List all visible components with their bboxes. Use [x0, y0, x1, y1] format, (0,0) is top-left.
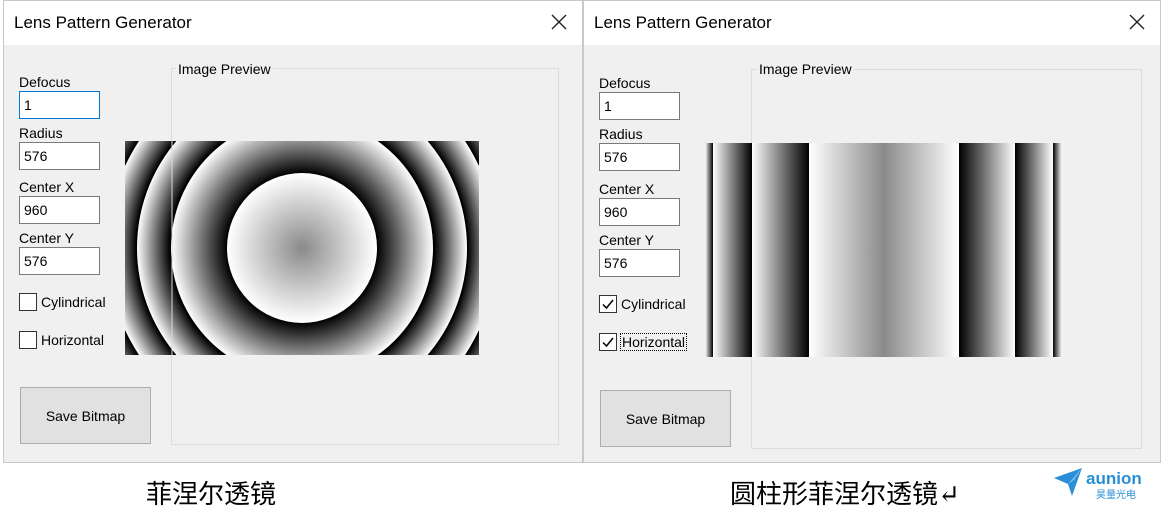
cylindrical-checkbox[interactable]	[599, 295, 617, 313]
cylindrical-fresnel-preview	[705, 143, 1062, 357]
radius-label: Radius	[599, 126, 643, 142]
center-x-field[interactable]	[599, 198, 680, 226]
cylindrical-label[interactable]: Cylindrical	[41, 294, 106, 310]
aunion-logo: aunion 昊量光电	[1052, 466, 1152, 504]
image-preview-title: Image Preview	[176, 61, 273, 77]
right-titlebar: Lens Pattern Generator	[584, 1, 1160, 45]
right-window: Lens Pattern Generator Defocus Radius Ce…	[583, 0, 1161, 463]
window-title: Lens Pattern Generator	[594, 13, 772, 32]
radius-field[interactable]	[19, 142, 100, 170]
defocus-field[interactable]	[599, 92, 680, 120]
center-y-label: Center Y	[19, 230, 74, 246]
horizontal-checkbox[interactable]	[19, 331, 37, 349]
defocus-field[interactable]	[19, 91, 100, 119]
radius-field[interactable]	[599, 143, 680, 171]
aunion-logo-mark: aunion 昊量光电	[1054, 468, 1142, 501]
close-icon[interactable]	[548, 11, 570, 33]
fresnel-lens-preview	[125, 141, 479, 355]
left-titlebar: Lens Pattern Generator	[4, 1, 582, 45]
close-icon[interactable]	[1126, 11, 1148, 33]
center-y-field[interactable]	[19, 247, 100, 275]
checkmark-icon	[602, 299, 614, 310]
svg-text:昊量光电: 昊量光电	[1096, 488, 1136, 501]
caption-fresnel-lens: 菲涅尔透镜	[146, 480, 277, 510]
horizontal-checkbox[interactable]	[599, 333, 617, 351]
horizontal-label[interactable]: Horizontal	[41, 332, 104, 348]
defocus-label: Defocus	[19, 74, 71, 90]
center-x-label: Center X	[19, 179, 75, 195]
caption-cylindrical-fresnel-lens: 圆柱形菲涅尔透镜↵	[730, 480, 960, 510]
horizontal-label[interactable]: Horizontal	[620, 333, 688, 351]
defocus-label: Defocus	[599, 75, 651, 91]
save-bitmap-button[interactable]: Save Bitmap	[600, 390, 731, 447]
center-y-field[interactable]	[599, 249, 680, 277]
window-title: Lens Pattern Generator	[14, 13, 192, 32]
center-x-label: Center X	[599, 181, 655, 197]
radius-label: Radius	[19, 125, 63, 141]
center-y-label: Center Y	[599, 232, 654, 248]
image-preview-title: Image Preview	[757, 61, 854, 77]
svg-text:aunion: aunion	[1086, 469, 1142, 488]
left-window: Lens Pattern Generator Defocus Radius Ce…	[3, 0, 583, 463]
save-bitmap-button[interactable]: Save Bitmap	[20, 387, 151, 444]
cylindrical-label[interactable]: Cylindrical	[621, 296, 686, 312]
checkmark-icon	[602, 337, 614, 348]
center-x-field[interactable]	[19, 196, 100, 224]
cylindrical-checkbox[interactable]	[19, 293, 37, 311]
